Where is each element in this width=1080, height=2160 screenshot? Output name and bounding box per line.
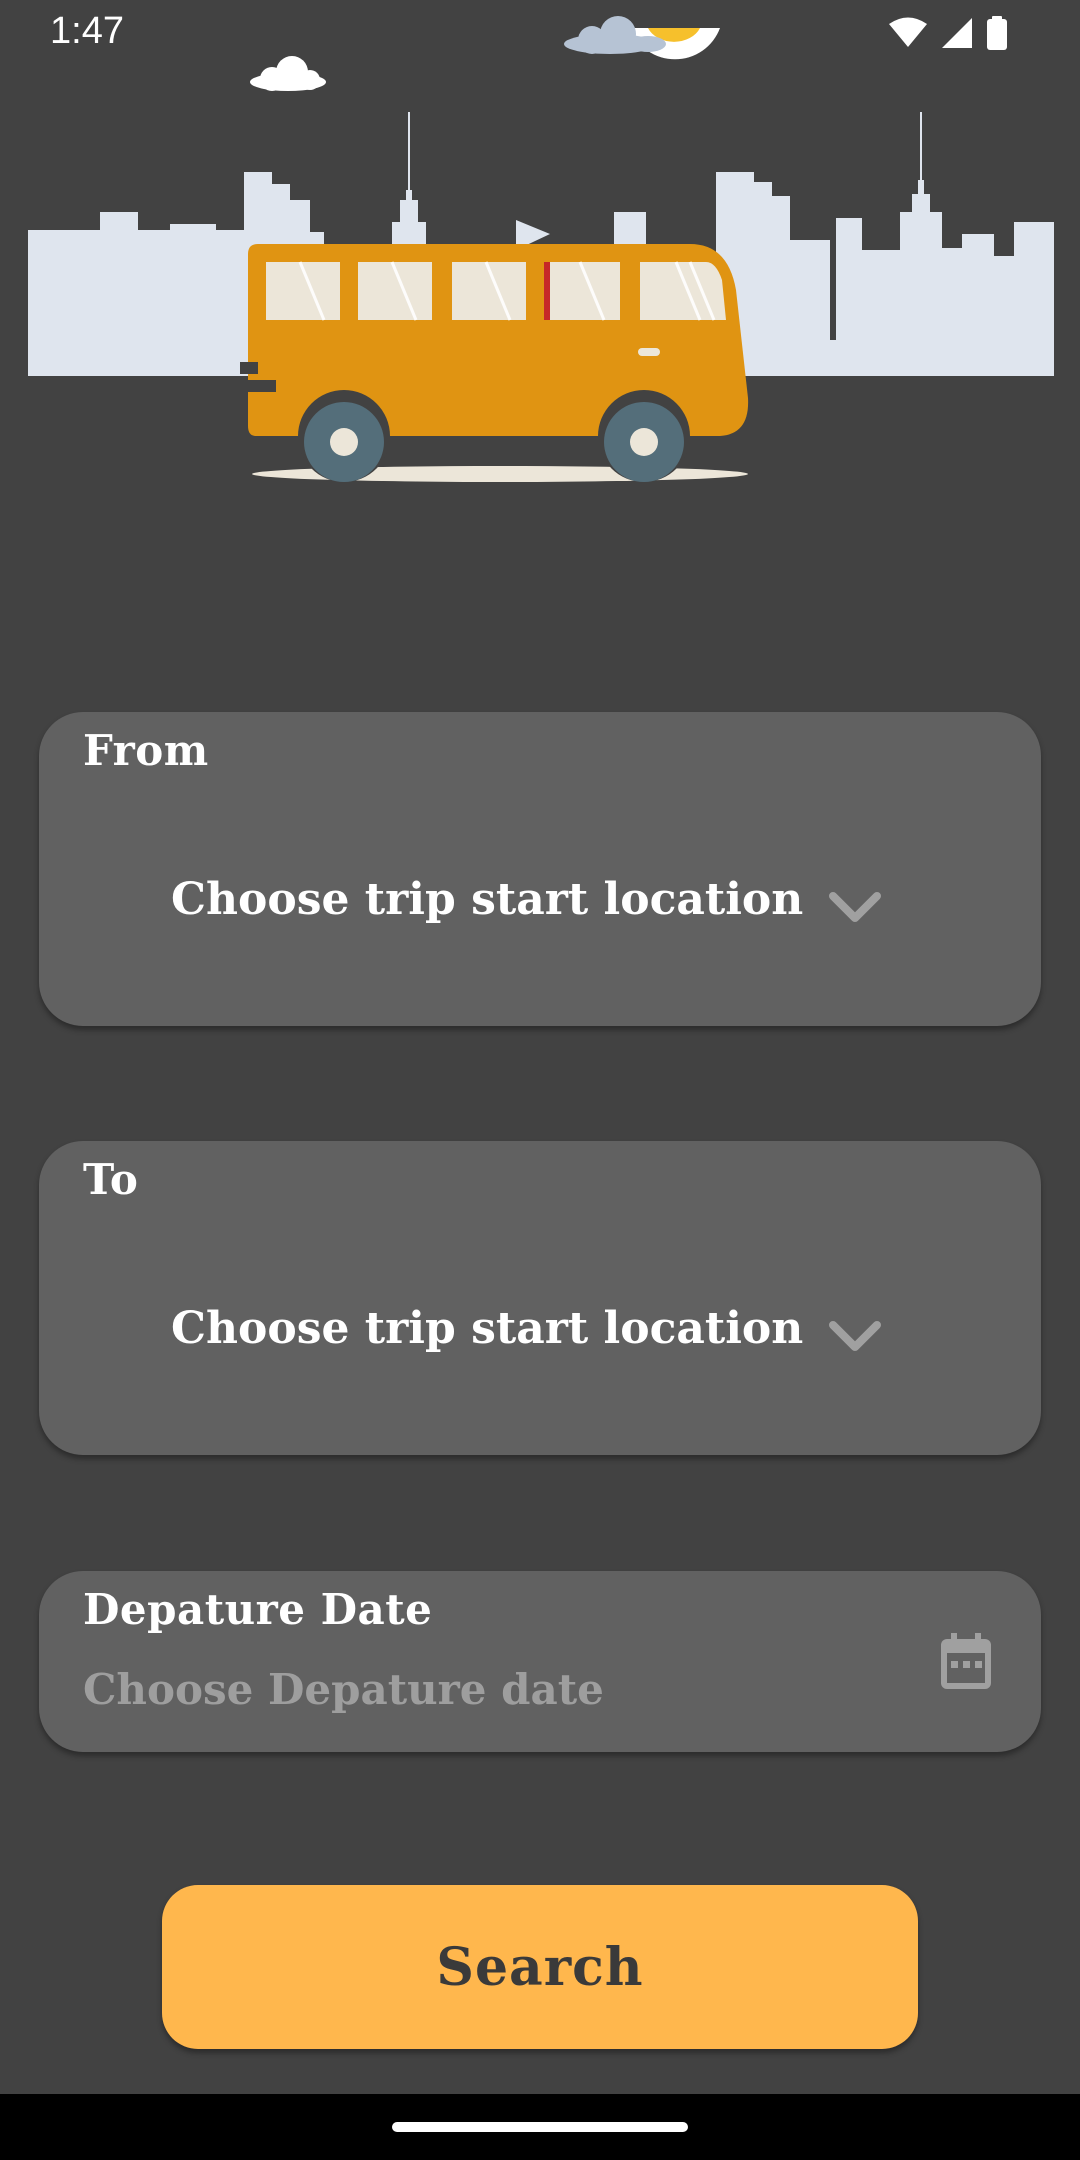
calendar-icon[interactable] bbox=[939, 1633, 993, 1691]
cloud-icon bbox=[250, 56, 326, 91]
from-label: From bbox=[83, 726, 209, 775]
bus-city-illustration bbox=[28, 16, 1054, 482]
departure-date-input[interactable]: Choose Depature date bbox=[83, 1665, 604, 1714]
navigation-bar bbox=[0, 2094, 1080, 2160]
departure-date-label: Depature Date bbox=[83, 1585, 433, 1634]
from-location-field[interactable]: From Choose trip start location bbox=[39, 712, 1041, 1026]
departure-date-field[interactable]: Depature Date Choose Depature date bbox=[39, 1571, 1041, 1752]
search-button[interactable]: Search bbox=[162, 1885, 918, 2049]
to-location-select[interactable]: Choose trip start location bbox=[171, 1303, 803, 1354]
chevron-down-icon[interactable] bbox=[825, 888, 885, 928]
to-label: To bbox=[83, 1155, 139, 1204]
trip-search-screen: 1:47 From Choose trip start location To … bbox=[0, 0, 1080, 2160]
to-location-field[interactable]: To Choose trip start location bbox=[39, 1141, 1041, 1455]
home-gesture-handle[interactable] bbox=[392, 2122, 688, 2132]
from-location-select[interactable]: Choose trip start location bbox=[171, 874, 803, 925]
chevron-down-icon[interactable] bbox=[825, 1317, 885, 1357]
sun-icon bbox=[564, 16, 720, 60]
bus-icon bbox=[240, 244, 749, 482]
